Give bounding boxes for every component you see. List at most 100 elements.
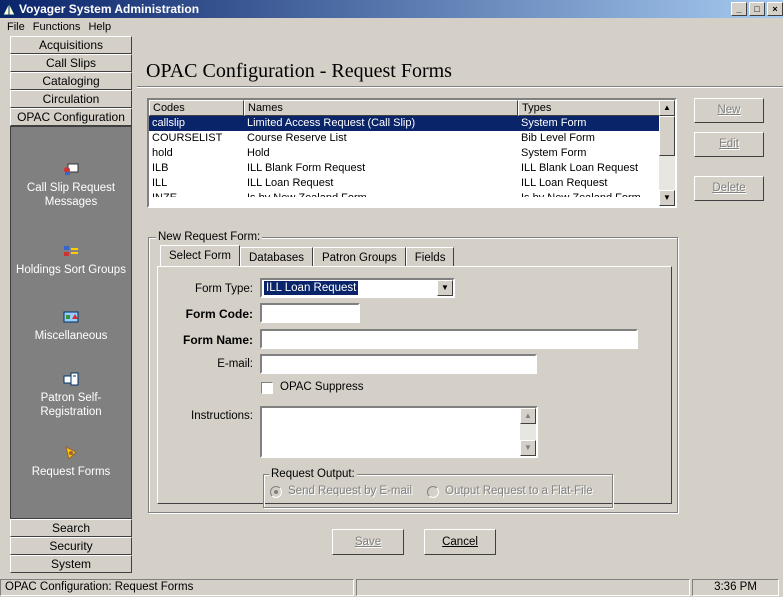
- chevron-down-icon[interactable]: ▼: [437, 280, 453, 296]
- cancel-button-label: Cancel: [442, 536, 478, 548]
- scroll-down-icon[interactable]: ▼: [659, 190, 675, 206]
- misc-icon: [63, 309, 79, 325]
- delete-button[interactable]: Delete: [694, 176, 764, 201]
- sidebar-search[interactable]: Search: [10, 519, 132, 537]
- save-button-label: Save: [354, 536, 382, 548]
- sidebar-cataloging[interactable]: Cataloging: [10, 72, 132, 90]
- cell-code: ILL: [152, 177, 168, 189]
- scroll-thumb[interactable]: [659, 116, 675, 156]
- sidebar-item-miscellaneous[interactable]: Miscellaneous: [11, 309, 131, 343]
- cell-code: hold: [152, 147, 173, 159]
- module-sidebar: Acquisitions Call Slips Cataloging Circu…: [10, 36, 132, 576]
- radio-selected-dot: [274, 490, 278, 494]
- form-type-value: ILL Loan Request: [264, 281, 359, 295]
- cell-code: ILB: [152, 162, 169, 174]
- table-row[interactable]: hold Hold System Form: [149, 146, 675, 161]
- form-name-label: Form Name:: [182, 333, 253, 347]
- opac-suppress-label[interactable]: OPAC Suppress: [280, 381, 364, 393]
- select-form-panel: [157, 266, 672, 504]
- menu-functions[interactable]: Functions: [29, 21, 85, 33]
- instructions-scrollbar[interactable]: ▲ ▼: [520, 408, 536, 456]
- tab-patron-groups[interactable]: Patron Groups: [312, 247, 406, 267]
- cell-name: Limited Access Request (Call Slip): [247, 117, 416, 129]
- cell-type: Is by New Zealand Form: [518, 191, 663, 197]
- sidebar-item-call-slip-messages[interactable]: Call Slip Request Messages: [11, 161, 131, 209]
- sidebar-opac-configuration[interactable]: OPAC Configuration: [10, 108, 132, 126]
- close-button[interactable]: ×: [767, 2, 783, 16]
- maximize-button[interactable]: □: [749, 2, 765, 16]
- table-row[interactable]: ILL ILL Loan Request ILL Loan Request: [149, 176, 675, 191]
- save-button[interactable]: Save: [332, 529, 404, 555]
- status-time: 3:36 PM: [692, 579, 779, 596]
- list-scrollbar[interactable]: ▲ ▼: [659, 100, 675, 206]
- scroll-up-icon[interactable]: ▲: [520, 408, 536, 424]
- sidebar-item-label: Call Slip Request Messages: [26, 182, 116, 208]
- table-row[interactable]: INZE Is by New Zealand Form Is by New Ze…: [149, 191, 675, 197]
- tab-databases[interactable]: Databases: [240, 247, 313, 267]
- sidebar-system[interactable]: System: [10, 555, 132, 573]
- form-code-field[interactable]: [260, 303, 360, 323]
- edit-button[interactable]: Edit: [694, 132, 764, 157]
- send-by-email-radio[interactable]: [270, 486, 282, 498]
- tab-fields[interactable]: Fields: [405, 247, 455, 267]
- column-header-codes[interactable]: Codes: [149, 100, 244, 116]
- cell-name: Course Reserve List: [247, 132, 347, 144]
- flat-file-radio[interactable]: [427, 486, 439, 498]
- form-type-select[interactable]: ILL Loan Request ▼: [260, 278, 455, 298]
- cell-code: COURSELIST: [152, 132, 223, 144]
- cell-type: System Form: [521, 117, 587, 129]
- menu-help[interactable]: Help: [84, 21, 115, 33]
- request-forms-icon: [63, 445, 79, 461]
- instructions-label: Instructions:: [191, 410, 253, 422]
- sidebar-opac-panel: Call Slip Request Messages Holdings Sort…: [10, 126, 132, 519]
- list-header: Codes Names Types: [149, 100, 675, 116]
- cell-type: Bib Level Form: [521, 132, 595, 144]
- status-bar: OPAC Configuration: Request Forms 3:36 P…: [0, 579, 783, 597]
- status-panel-empty: [356, 579, 690, 596]
- flat-file-label[interactable]: Output Request to a Flat-File: [445, 485, 593, 497]
- scroll-down-icon[interactable]: ▼: [520, 440, 536, 456]
- email-label: E-mail:: [217, 358, 253, 370]
- status-text: OPAC Configuration: Request Forms: [0, 579, 354, 596]
- sidebar-item-holdings-sort-groups[interactable]: Holdings Sort Groups: [11, 243, 131, 277]
- sidebar-circulation[interactable]: Circulation: [10, 90, 132, 108]
- voyager-app-icon: [2, 2, 16, 16]
- tab-select-form[interactable]: Select Form: [160, 245, 240, 267]
- scroll-up-icon[interactable]: ▲: [659, 100, 675, 116]
- sidebar-item-patron-self-registration[interactable]: Patron Self-Registration: [11, 371, 131, 419]
- email-field[interactable]: [260, 354, 537, 374]
- cancel-button[interactable]: Cancel: [424, 529, 496, 555]
- sidebar-call-slips[interactable]: Call Slips: [10, 54, 132, 72]
- sidebar-item-request-forms[interactable]: Request Forms: [11, 445, 131, 479]
- cell-type: ILL Loan Request: [521, 177, 608, 189]
- window-title: Voyager System Administration: [19, 2, 200, 16]
- table-row[interactable]: callslip Limited Access Request (Call Sl…: [149, 116, 675, 131]
- minimize-button[interactable]: _: [731, 2, 747, 16]
- sidebar-item-label: Patron Self-Registration: [40, 392, 102, 418]
- opac-suppress-checkbox[interactable]: [261, 382, 273, 394]
- sidebar-security[interactable]: Security: [10, 537, 132, 555]
- form-code-label: Form Code:: [185, 307, 253, 321]
- table-row[interactable]: ILB ILL Blank Form Request ILL Blank Loa…: [149, 161, 675, 176]
- instructions-field[interactable]: ▲ ▼: [260, 406, 538, 458]
- sidebar-item-label: Request Forms: [31, 466, 111, 478]
- cell-name: Is by New Zealand Form: [244, 191, 518, 197]
- column-header-types[interactable]: Types: [518, 100, 663, 116]
- menu-file[interactable]: File: [3, 21, 29, 33]
- sidebar-acquisitions[interactable]: Acquisitions: [10, 36, 132, 54]
- column-header-names[interactable]: Names: [244, 100, 518, 116]
- sidebar-item-label: Holdings Sort Groups: [16, 264, 126, 276]
- form-tabs: Select Form Databases Patron Groups Fiel…: [160, 245, 455, 267]
- table-row[interactable]: COURSELIST Course Reserve List Bib Level…: [149, 131, 675, 146]
- cell-name: Hold: [247, 147, 270, 159]
- holdings-icon: [63, 243, 79, 259]
- new-button[interactable]: New: [694, 98, 764, 123]
- request-output-label: Request Output:: [269, 468, 357, 480]
- cell-type: ILL Blank Loan Request: [521, 162, 639, 174]
- form-name-field[interactable]: [260, 329, 638, 349]
- window-title-bar[interactable]: Voyager System Administration _ □ ×: [0, 0, 783, 18]
- request-forms-list[interactable]: Codes Names Types callslip Limited Acces…: [147, 98, 677, 208]
- send-by-email-label[interactable]: Send Request by E-mail: [288, 485, 412, 497]
- menu-bar: File Functions Help: [0, 18, 783, 36]
- page-title: OPAC Configuration - Request Forms: [146, 60, 452, 82]
